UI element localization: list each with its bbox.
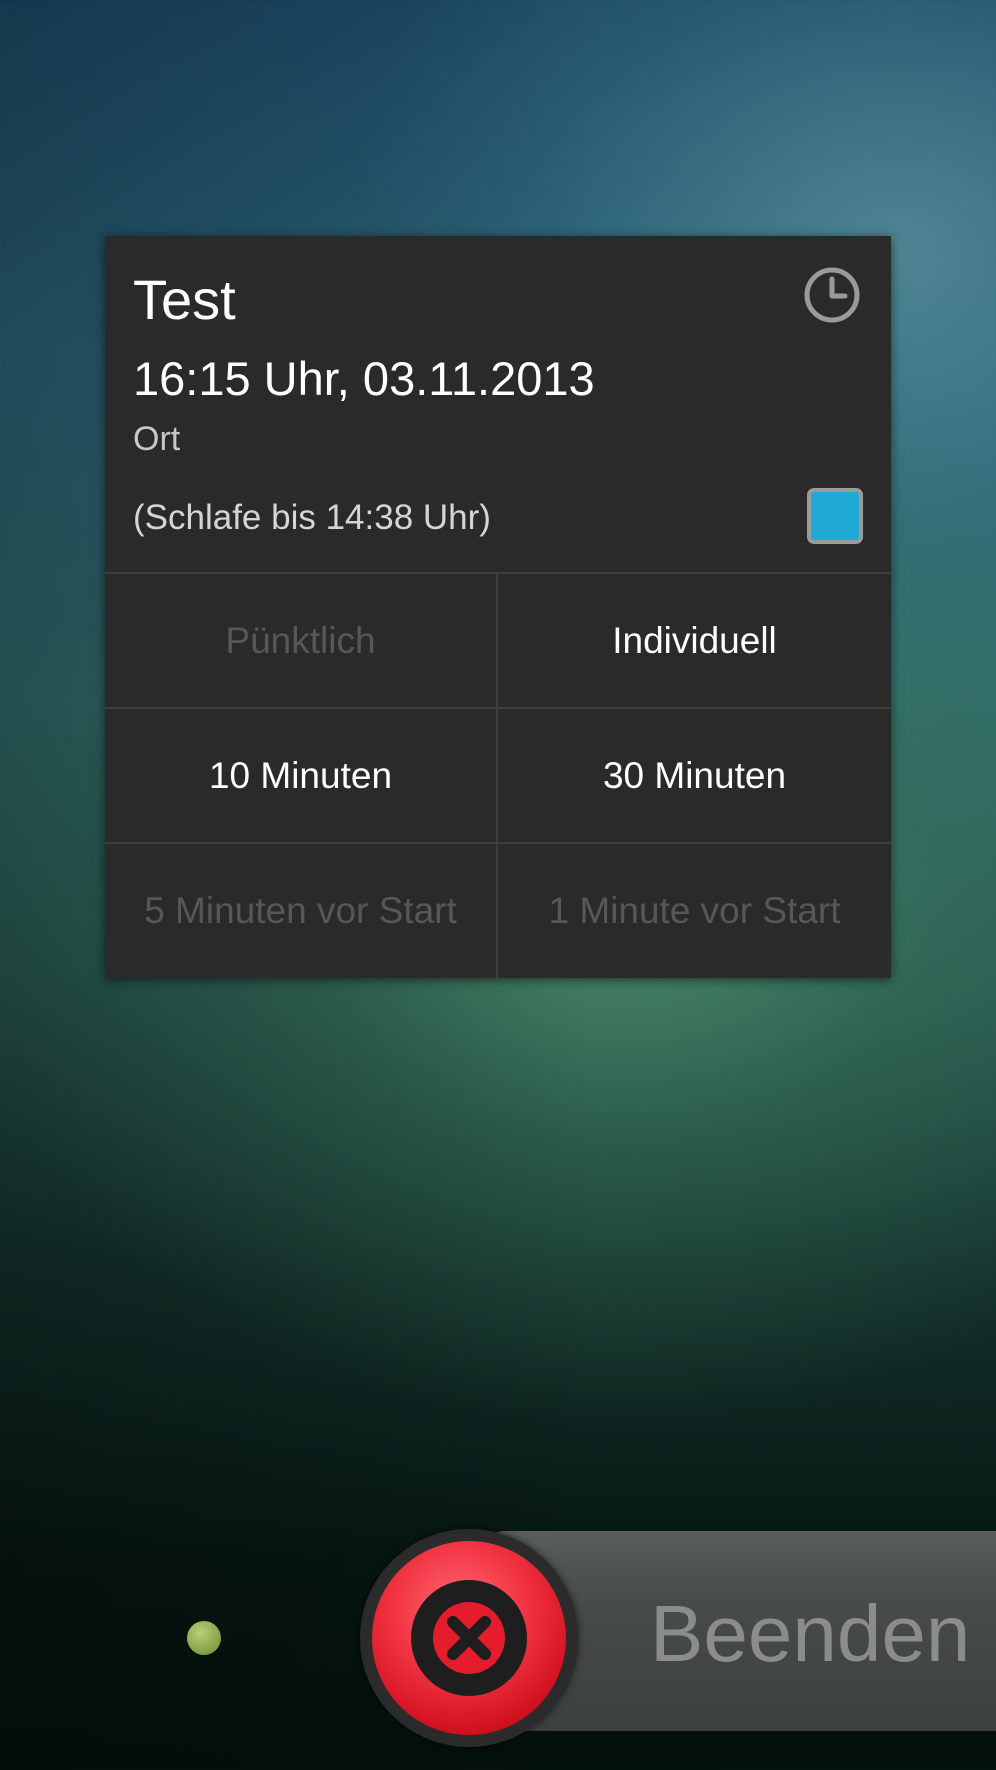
option-1-minute-vor-start-button[interactable]: 1 Minute vor Start [498,844,891,978]
clock-icon [803,266,861,324]
event-location: Ort [133,420,181,458]
options-row: 5 Minuten vor Start 1 Minute vor Start [105,844,891,978]
reminder-header: Test 16:15 Uhr, 03.11.2013 Ort (Schlafe … [105,236,891,572]
reminder-card: Test 16:15 Uhr, 03.11.2013 Ort (Schlafe … [105,236,891,978]
option-10-minuten-button[interactable]: 10 Minuten [105,709,498,842]
dismiss-slider-handle[interactable] [360,1529,578,1747]
snooze-options: Pünktlich Individuell 10 Minuten 30 Minu… [105,572,891,978]
slider-target-indicator [187,1621,221,1655]
event-title: Test [133,268,236,331]
calendar-color-swatch [807,488,863,544]
dismiss-label: Beenden [650,1589,971,1678]
event-datetime: 16:15 Uhr, 03.11.2013 [133,352,595,405]
option-individuell-button[interactable]: Individuell [498,574,891,707]
close-icon [411,1580,527,1696]
option-puenktlich-button[interactable]: Pünktlich [105,574,498,707]
option-5-minuten-vor-start-button[interactable]: 5 Minuten vor Start [105,844,498,978]
options-row: Pünktlich Individuell [105,574,891,709]
options-row: 10 Minuten 30 Minuten [105,709,891,844]
option-30-minuten-button[interactable]: 30 Minuten [498,709,891,842]
snooze-info: (Schlafe bis 14:38 Uhr) [133,498,491,537]
